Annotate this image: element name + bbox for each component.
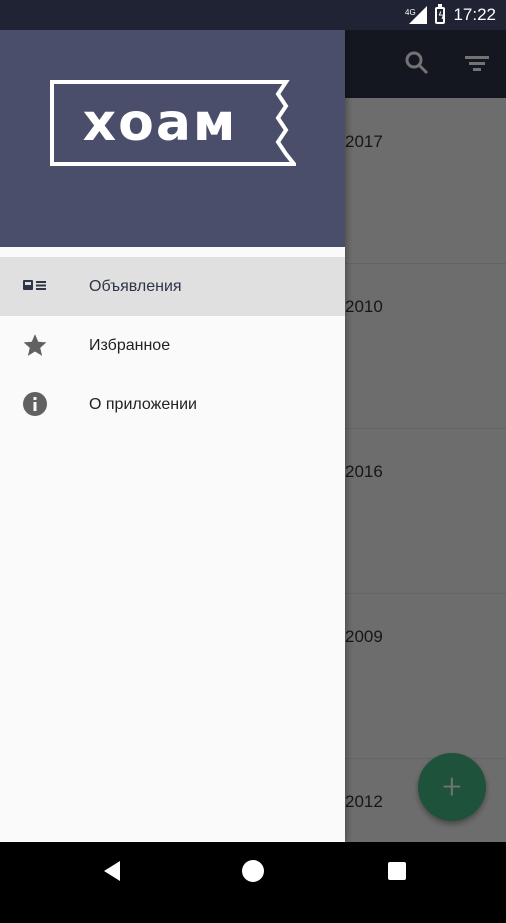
network-type: 4G xyxy=(405,8,416,17)
drawer-header: хоам xyxy=(0,30,345,247)
battery-icon: ϟ xyxy=(435,3,446,24)
menu-item-label: О приложении xyxy=(89,395,197,413)
signal-icon: 4G xyxy=(405,6,428,24)
listings-icon xyxy=(22,273,48,299)
back-icon[interactable] xyxy=(96,854,130,888)
menu-item-listings[interactable]: Объявления xyxy=(0,257,345,316)
menu-item-favorites[interactable]: Избранное xyxy=(0,316,345,375)
star-icon xyxy=(22,332,48,358)
home-icon[interactable] xyxy=(236,854,270,888)
status-bar: 4G ϟ 17:22 xyxy=(0,0,506,30)
recents-icon[interactable] xyxy=(380,854,414,888)
app-logo: хоам xyxy=(50,80,296,166)
navigation-drawer: хоам Объявления Избранное О приложении xyxy=(0,30,345,842)
system-nav-bar xyxy=(0,842,506,900)
logo-text: хоам xyxy=(82,93,238,153)
menu-item-label: Объявления xyxy=(89,277,182,295)
drawer-menu: Объявления Избранное О приложении xyxy=(0,257,345,434)
info-icon xyxy=(22,391,48,417)
status-time: 17:22 xyxy=(453,5,496,24)
menu-item-about[interactable]: О приложении xyxy=(0,375,345,434)
menu-item-label: Избранное xyxy=(89,336,171,354)
